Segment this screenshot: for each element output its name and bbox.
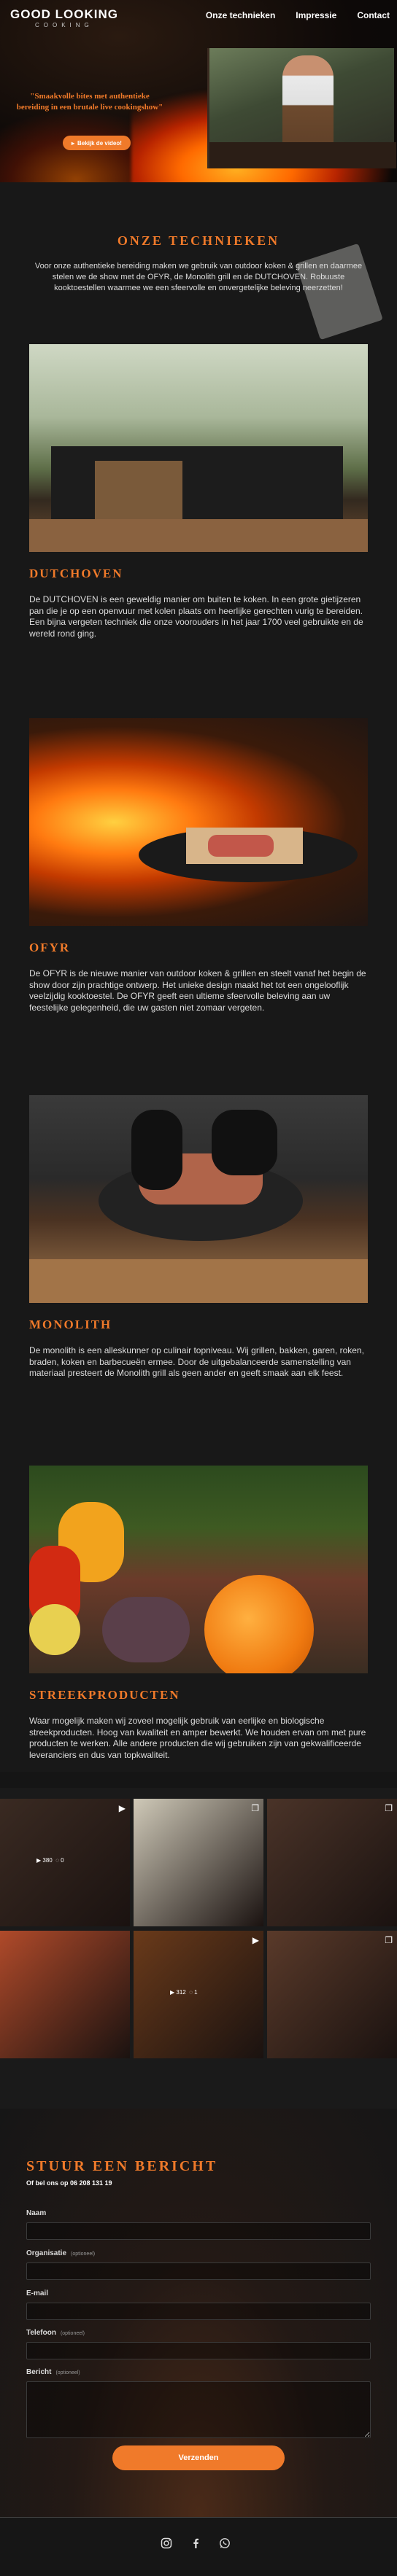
lemon <box>29 1604 80 1655</box>
technique-dutchoven: DUTCHOVEN De DUTCHOVEN is een geweldig m… <box>29 344 368 639</box>
instagram-post[interactable]: ❐ <box>267 1931 397 2058</box>
views-count: 380 <box>42 1857 53 1864</box>
organisatie-field[interactable] <box>26 2262 371 2280</box>
dutchoven-text: De DUTCHOVEN is een geweldig manier om b… <box>29 594 363 639</box>
email-label-text: E-mail <box>26 2289 49 2297</box>
comments-count: 0 <box>61 1857 64 1864</box>
ofyr-image <box>29 718 368 926</box>
watch-video-button[interactable]: ▸ Bekijk de video! <box>63 136 131 150</box>
naam-label: Naam <box>26 2209 46 2217</box>
contact-subtitle: Of bel ons op 06 208 131 19 <box>26 2179 112 2187</box>
monolith-text: De monolith is een alleskunner op culina… <box>29 1345 364 1379</box>
meat <box>208 835 274 857</box>
ofyr-text: De OFYR is de nieuwe manier van outdoor … <box>29 968 366 1013</box>
telefoon-label: Telefoon (optioneel) <box>26 2329 85 2337</box>
bericht-field[interactable] <box>26 2381 371 2438</box>
streekproducten-title: STREEKPRODUCTEN <box>29 1688 180 1702</box>
carousel-icon: ❐ <box>251 1803 259 1813</box>
wooden-table <box>29 1259 368 1303</box>
figs <box>102 1597 190 1662</box>
optional-hint: (optioneel) <box>60 2331 85 2336</box>
chef-table <box>209 142 396 168</box>
organisatie-label: Organisatie (optioneel) <box>26 2249 95 2257</box>
site-logo[interactable]: GOOD LOOKING COOKING <box>10 7 118 28</box>
instagram-post[interactable]: ▶ ▶ 380 ◌ 0 <box>0 1799 130 1926</box>
instagram-feed: ▶ ▶ 380 ◌ 0 ❐ ❐ ▶ ▶ 312 ◌ 1 ❐ <box>0 1788 397 2109</box>
instagram-post[interactable]: ❐ <box>134 1799 263 1926</box>
email-label: E-mail <box>26 2289 48 2297</box>
chef-photo <box>207 48 396 168</box>
nav-contact[interactable]: Contact <box>357 10 390 20</box>
technique-ofyr: OFYR De OFYR is de nieuwe manier van out… <box>29 718 368 1013</box>
technieken-title: ONZE TECHNIEKEN <box>117 233 280 248</box>
technieken-intro: Voor onze authentieke bereiding maken we… <box>34 262 363 292</box>
streekproducten-text: Waar mogelijk maken wij zoveel mogelijk … <box>29 1716 366 1760</box>
brick-floor <box>29 519 368 552</box>
monolith-title: MONOLITH <box>29 1318 112 1331</box>
email-field[interactable] <box>26 2303 371 2320</box>
main-nav: Onze technieken Impressie Contact <box>206 10 390 20</box>
contact-section: STUUR EEN BERICHT Of bel ons op 06 208 1… <box>0 2109 397 2517</box>
bericht-label: Bericht (optioneel) <box>26 2368 80 2376</box>
wooden-cabinet <box>95 461 182 519</box>
carousel-icon: ❐ <box>385 1803 393 1813</box>
hero-header: GOOD LOOKING COOKING Onze technieken Imp… <box>0 0 397 182</box>
naam-field[interactable] <box>26 2222 371 2240</box>
video-icon: ▶ <box>118 1803 126 1813</box>
monolith-image <box>29 1095 368 1303</box>
optional-hint: (optioneel) <box>71 2252 96 2257</box>
organisatie-label-text: Organisatie <box>26 2249 67 2257</box>
instagram-icon[interactable] <box>159 2536 174 2550</box>
play-icon: ▸ <box>72 139 75 147</box>
nav-impressie[interactable]: Impressie <box>296 10 336 20</box>
ofyr-title: OFYR <box>29 941 71 954</box>
instagram-post[interactable]: ▶ ▶ 312 ◌ 1 <box>134 1931 263 2058</box>
streekproducten-image <box>29 1466 368 1673</box>
send-button[interactable]: Verzenden <box>112 2445 285 2470</box>
post-stats: ▶ 380 ◌ 0 <box>36 1857 64 1864</box>
logo-sub-text: COOKING <box>35 22 93 28</box>
watch-video-label: Bekijk de video! <box>77 139 122 147</box>
instagram-post[interactable]: ❐ <box>267 1799 397 1926</box>
hero-quote: "Smaakvolle bites met authentieke bereid… <box>16 92 163 112</box>
telefoon-label-text: Telefoon <box>26 2329 56 2337</box>
telefoon-field[interactable] <box>26 2342 371 2359</box>
glove-right <box>212 1110 277 1175</box>
naam-label-text: Naam <box>26 2209 47 2217</box>
bericht-label-text: Bericht <box>26 2368 52 2376</box>
glove-left <box>131 1110 182 1190</box>
social-links <box>159 2536 232 2550</box>
facebook-icon[interactable] <box>188 2536 203 2550</box>
orange <box>204 1575 314 1673</box>
dutchoven-image <box>29 344 368 552</box>
whatsapp-icon[interactable] <box>217 2536 232 2550</box>
technique-streekproducten: STREEKPRODUCTEN Waar mogelijk maken wij … <box>29 1466 368 1761</box>
views-count: 312 <box>176 1989 186 1996</box>
optional-hint: (optioneel) <box>55 2370 80 2375</box>
post-stats: ▶ 312 ◌ 1 <box>170 1989 198 1996</box>
technieken-section: ONZE TECHNIEKEN Voor onze authentieke be… <box>0 182 397 1772</box>
video-icon: ▶ <box>252 1935 259 1945</box>
technique-monolith: MONOLITH De monolith is een alleskunner … <box>29 1095 368 1380</box>
dutchoven-title: DUTCHOVEN <box>29 567 123 580</box>
instagram-post[interactable] <box>0 1931 130 2058</box>
carousel-icon: ❐ <box>385 1935 393 1945</box>
nav-onze-technieken[interactable]: Onze technieken <box>206 10 275 20</box>
contact-title: STUUR EEN BERICHT <box>26 2158 218 2174</box>
logo-main-text: GOOD LOOKING <box>10 7 118 21</box>
site-footer <box>0 2517 397 2576</box>
comments-count: 1 <box>194 1989 198 1996</box>
